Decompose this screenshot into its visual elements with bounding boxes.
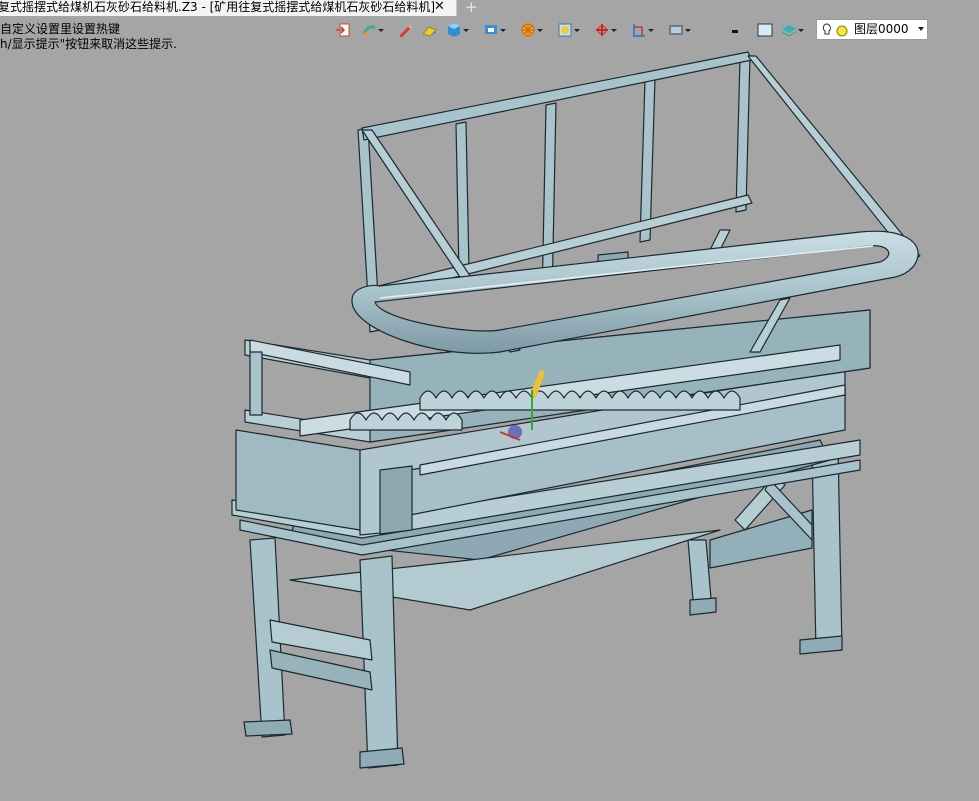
display-mode-button[interactable]	[483, 20, 507, 42]
frame-icon	[633, 24, 645, 37]
lightbulb-icon	[822, 23, 848, 37]
exit-view-icon	[336, 23, 350, 37]
fill-color-icon	[757, 23, 773, 37]
shading-icon	[362, 25, 377, 36]
screen-button[interactable]	[668, 20, 692, 42]
tab-bar: 复式摇摆式给煤机石灰砂石给料机.Z3 - [矿用往复式摇摆式给煤机石灰砂石给料机…	[0, 0, 979, 16]
screen-icon	[669, 25, 683, 35]
cube-view-icon	[448, 23, 460, 37]
frame-button[interactable]	[631, 20, 655, 42]
exit-view-button[interactable]	[335, 20, 359, 42]
tab-title: 复式摇摆式给煤机石灰砂石给料机.Z3 - [矿用往复式摇摆式给煤机石灰砂石给料机…	[0, 0, 435, 14]
layer-name: 图层0000	[854, 22, 909, 36]
layer-stack-button[interactable]	[781, 20, 805, 42]
display-mode-icon	[485, 25, 497, 34]
wedge-button[interactable]	[421, 20, 445, 42]
feeder-model	[231, 51, 921, 769]
wedge-icon	[422, 26, 437, 37]
cube-view-button[interactable]	[446, 20, 470, 42]
wheel-button[interactable]	[520, 20, 544, 42]
model-viewport[interactable]	[0, 44, 979, 801]
line-color-icon	[732, 30, 738, 33]
chevron-down-icon[interactable]	[918, 27, 924, 31]
axis-button[interactable]	[594, 20, 618, 42]
fill-color-button[interactable]	[757, 20, 781, 42]
line-color-button[interactable]	[705, 20, 741, 42]
wheel-icon	[521, 23, 535, 37]
render-icon	[558, 23, 572, 37]
layer-selector[interactable]: 图层0000	[816, 19, 928, 40]
new-tab-icon[interactable]: +	[465, 0, 478, 16]
layer-stack-icon	[781, 25, 797, 37]
document-tab[interactable]: 复式摇摆式给煤机石灰砂石给料机.Z3 - [矿用往复式摇摆式给煤机石灰砂石给料机…	[0, 0, 457, 16]
axis-icon	[596, 24, 608, 36]
close-icon[interactable]: ✕	[434, 0, 445, 14]
render-button[interactable]	[557, 20, 581, 42]
shading-button[interactable]	[361, 20, 385, 42]
pencil-button[interactable]	[397, 20, 421, 42]
hint-text-hotkey: 自定义设置里设置热键	[0, 22, 121, 36]
pencil-icon	[400, 25, 412, 37]
